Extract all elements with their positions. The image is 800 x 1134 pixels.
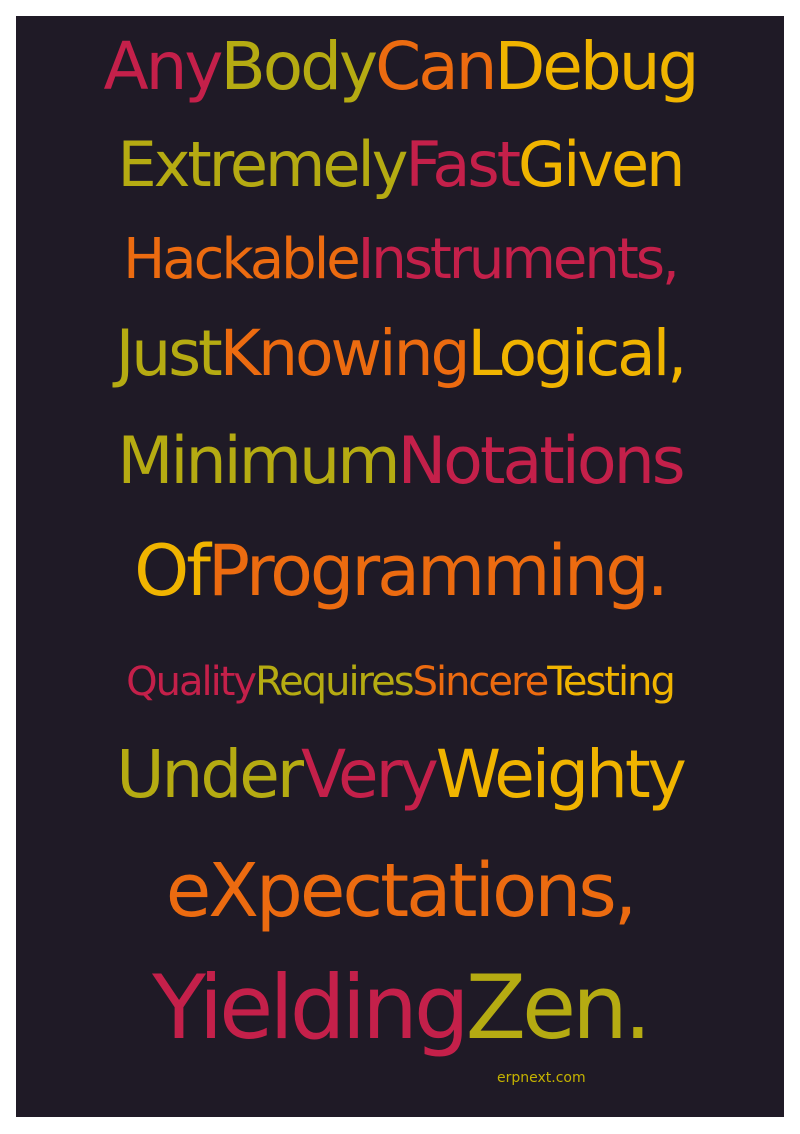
word-instruments: Instruments,	[357, 227, 680, 292]
word-can: Can	[375, 28, 497, 105]
word-under: Under	[116, 736, 304, 813]
word-sincere: Sincere	[412, 659, 550, 705]
word-of: Of	[134, 530, 211, 612]
poster-line-3: HackableInstruments,	[16, 232, 784, 288]
word-quality: Quality	[126, 659, 257, 705]
word-just: Just	[115, 317, 223, 390]
word-debug: Debug	[494, 28, 699, 105]
poster-line-9: eXpectations,	[16, 854, 784, 928]
poster-line-1: AnyBodyCanDebug	[16, 34, 784, 100]
word-given: Given	[518, 128, 685, 201]
word-any: Any	[103, 28, 223, 105]
poster: AnyBodyCanDebug ExtremelyFastGiven Hacka…	[16, 16, 784, 1117]
poster-line-8: UnderVeryWeighty	[16, 742, 784, 808]
word-minimum: Minimum	[117, 424, 400, 499]
word-notations: Notations	[397, 424, 686, 499]
poster-line-5: MinimumNotations	[16, 429, 784, 494]
word-yielding: Yielding	[152, 956, 470, 1059]
poster-line-7: QualityRequiresSincereTesting	[16, 662, 784, 702]
word-very: Very	[300, 736, 439, 813]
word-requires: Requires	[255, 659, 414, 705]
word-extremely: Extremely	[117, 128, 409, 201]
poster-line-2: ExtremelyFastGiven	[16, 134, 784, 196]
word-logical: Logical,	[467, 317, 687, 390]
word-weighty: Weighty	[435, 736, 687, 813]
poster-line-6: OfProgramming.	[16, 536, 784, 606]
poster-line-10: YieldingZen.	[16, 964, 784, 1052]
word-body: Body	[220, 28, 379, 105]
word-programming: Programming.	[207, 530, 669, 612]
word-hackable: Hackable	[123, 227, 361, 292]
word-expectations: eXpectations,	[165, 848, 638, 934]
word-fast: Fast	[405, 128, 521, 201]
word-zen: Zen.	[465, 956, 652, 1059]
word-knowing: Knowing	[219, 317, 471, 390]
poster-line-4: JustKnowingLogical,	[16, 322, 784, 385]
credit-link: erpnext.com	[497, 1070, 586, 1086]
word-testing: Testing	[547, 659, 676, 705]
